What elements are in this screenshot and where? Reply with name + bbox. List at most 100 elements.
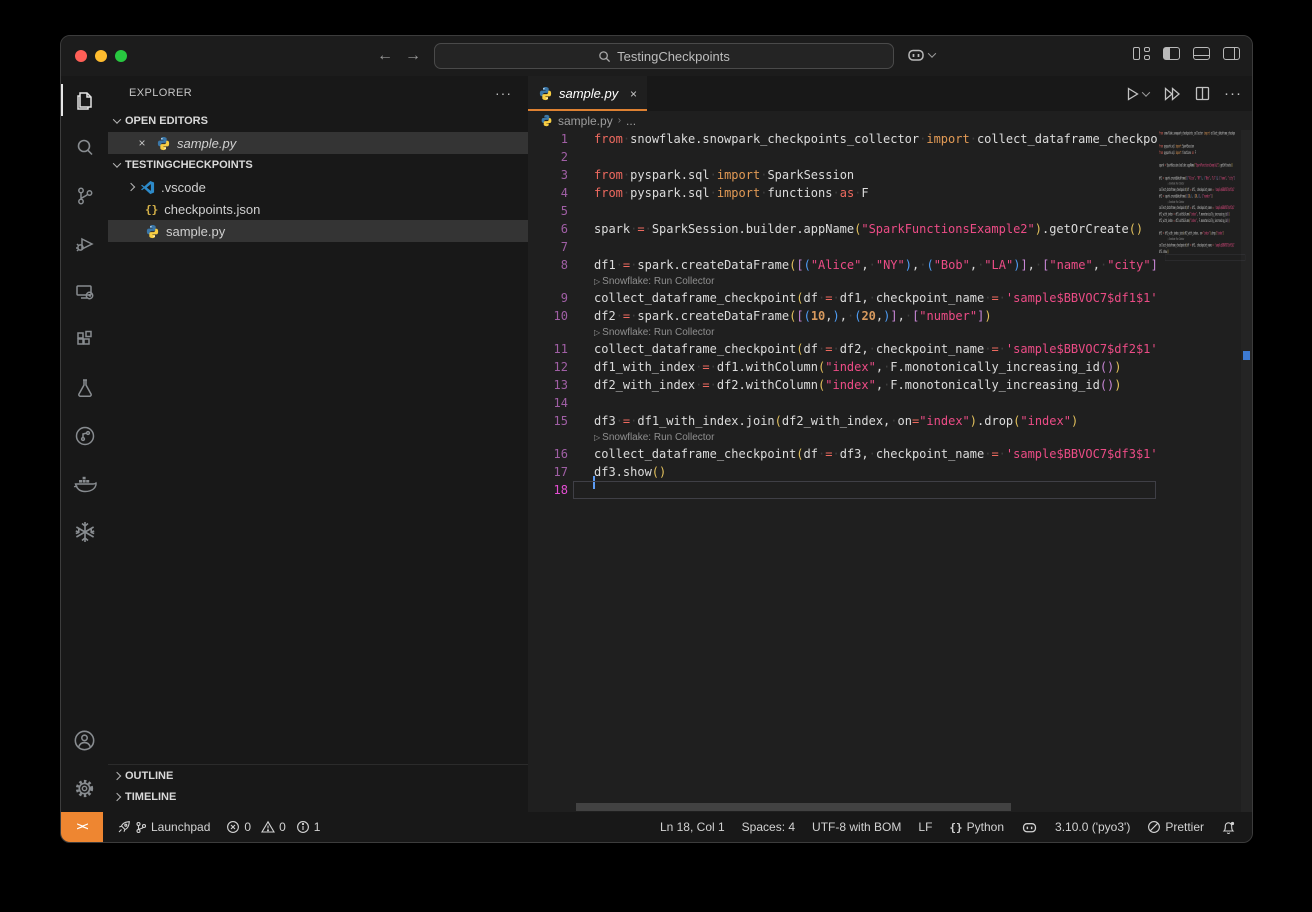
copilot-menu[interactable] [906,45,935,65]
section-open-editors[interactable]: OPEN EDITORS [108,110,528,132]
toggle-secondary-sidebar-button[interactable] [1223,47,1240,60]
activity-explorer[interactable] [61,76,108,124]
python-file-icon [145,224,160,239]
close-tab-icon[interactable]: × [630,87,637,101]
formatter-item[interactable]: Prettier [1147,820,1204,834]
tab-sample-py[interactable]: sample.py × [528,76,647,111]
code-line: 17df3.show() [528,463,1157,481]
error-icon [226,820,240,834]
code-area[interactable]: 1from·snowflake.snowpark_checkpoints_col… [528,130,1252,812]
code-line: 13df2_with_index·=·df2.withColumn("index… [528,376,1157,394]
line-number: 11 [528,340,568,358]
info-icon [296,820,310,834]
line-number: 7 [528,238,568,256]
customize-layout-button[interactable] [1133,47,1150,60]
language-mode-item[interactable]: {} Python [949,820,1004,834]
breadcrumb[interactable]: sample.py › ... [528,111,1252,130]
gear-icon [72,776,97,801]
activity-snowflake[interactable] [61,508,108,556]
line-number: 5 [528,202,568,220]
split-editor-button[interactable] [1195,86,1210,101]
window-controls [75,50,127,62]
codelens-run-collector[interactable]: ▷Snowflake: Run Collector [528,430,1157,445]
folder-vscode[interactable]: .vscode [108,176,528,198]
search-icon [598,50,611,63]
activity-run-debug[interactable] [61,220,108,268]
code-line: 11collect_dataframe_checkpoint(df·=·df2,… [528,340,1157,358]
play-icon: ▷ [594,277,600,286]
activity-docker[interactable] [61,460,108,508]
chevron-right-icon [127,183,135,191]
line-number: 9 [528,289,568,307]
notifications-bell-icon[interactable] [1221,820,1236,835]
code-line: 4from·pyspark.sql·import·functions·as·F [528,184,1157,202]
line-number: 12 [528,358,568,376]
docker-icon [72,471,98,497]
close-editor-icon[interactable]: × [134,136,150,150]
python-interpreter-item[interactable]: 3.10.0 ('pyo3') [1055,820,1130,834]
explorer-more-actions-button[interactable]: ··· [495,85,512,101]
activity-search[interactable] [61,124,108,172]
zoom-window-button[interactable] [115,50,127,62]
minimap-content: from·snowflake.snowpark_checkpoints_coll… [1159,130,1245,261]
code-line: 8df1·=·spark.createDataFrame([("Alice",·… [528,256,1157,274]
navigate-back-button[interactable]: ← [377,45,393,67]
breadcrumb-file[interactable]: sample.py [558,114,613,128]
tab-label: sample.py [559,86,618,101]
more-actions-button[interactable]: ··· [1224,85,1242,102]
line-number: 4 [528,184,568,202]
code-line: 14 [528,394,1157,412]
indentation-item[interactable]: Spaces: 4 [742,820,795,834]
toggle-panel-button[interactable] [1193,47,1210,60]
toggle-primary-sidebar-button[interactable] [1163,47,1180,60]
code-line: df2·=·spark.createDataFrame([(10,),·(20,… [1159,193,1245,199]
activity-git-graph[interactable] [61,412,108,460]
close-window-button[interactable] [75,50,87,62]
horizontal-scrollbar-thumb[interactable] [576,803,1011,811]
run-all-button[interactable] [1163,86,1181,102]
encoding-item[interactable]: UTF-8 with BOM [812,820,901,834]
breadcrumb-symbol[interactable]: ... [626,114,636,128]
account-icon [72,728,97,753]
open-editor-sample-py[interactable]: × sample.py [108,132,528,154]
activity-source-control[interactable] [61,172,108,220]
code-line: 12df1_with_index·=·df1.withColumn("index… [528,358,1157,376]
chevron-down-icon [1142,88,1150,96]
codelens-run-collector[interactable]: ▷Snowflake: Run Collector [528,274,1157,289]
line-number: 16 [528,445,568,463]
cursor-position-item[interactable]: Ln 18, Col 1 [660,820,725,834]
remote-explorer-icon [73,280,97,304]
file-label: checkpoints.json [164,202,260,217]
section-workspace[interactable]: TESTINGCHECKPOINTS [108,154,528,176]
activity-remote-explorer[interactable] [61,268,108,316]
editor-group: sample.py × ··· [528,76,1252,812]
run-python-file-button[interactable] [1124,86,1149,102]
remote-indicator[interactable]: >< [61,812,103,842]
file-checkpoints-json[interactable]: {} checkpoints.json [108,198,528,220]
warning-icon [261,820,275,834]
navigate-forward-button[interactable]: → [405,45,421,67]
vertical-scrollbar[interactable] [1241,130,1252,812]
accounts-button[interactable] [61,716,108,764]
copilot-status-icon[interactable] [1021,819,1038,836]
explorer-sidebar: EXPLORER ··· OPEN EDITORS × sample.py [108,76,528,812]
activity-testing[interactable] [61,364,108,412]
activity-extensions[interactable] [61,316,108,364]
minimap[interactable]: from·snowflake.snowpark_checkpoints_coll… [1159,130,1247,290]
codelens-run-collector[interactable]: ▷Snowflake: Run Collector [528,325,1157,340]
debug-icon [73,232,97,256]
chevron-right-icon [113,771,121,779]
launchpad-label: Launchpad [151,820,210,834]
file-sample-py[interactable]: sample.py [108,220,528,242]
minimize-window-button[interactable] [95,50,107,62]
command-center-search[interactable]: TestingCheckpoints [434,43,894,69]
code-lines[interactable]: 1from·snowflake.snowpark_checkpoints_col… [528,130,1157,499]
git-graph-icon [73,424,97,448]
section-outline[interactable]: OUTLINE [108,765,528,786]
manage-button[interactable] [61,764,108,812]
problems-item[interactable]: 0 0 1 [226,820,320,834]
line-number: 6 [528,220,568,238]
launchpad-item[interactable]: Launchpad [117,820,210,834]
section-timeline[interactable]: TIMELINE [108,786,528,807]
eol-item[interactable]: LF [918,820,932,834]
